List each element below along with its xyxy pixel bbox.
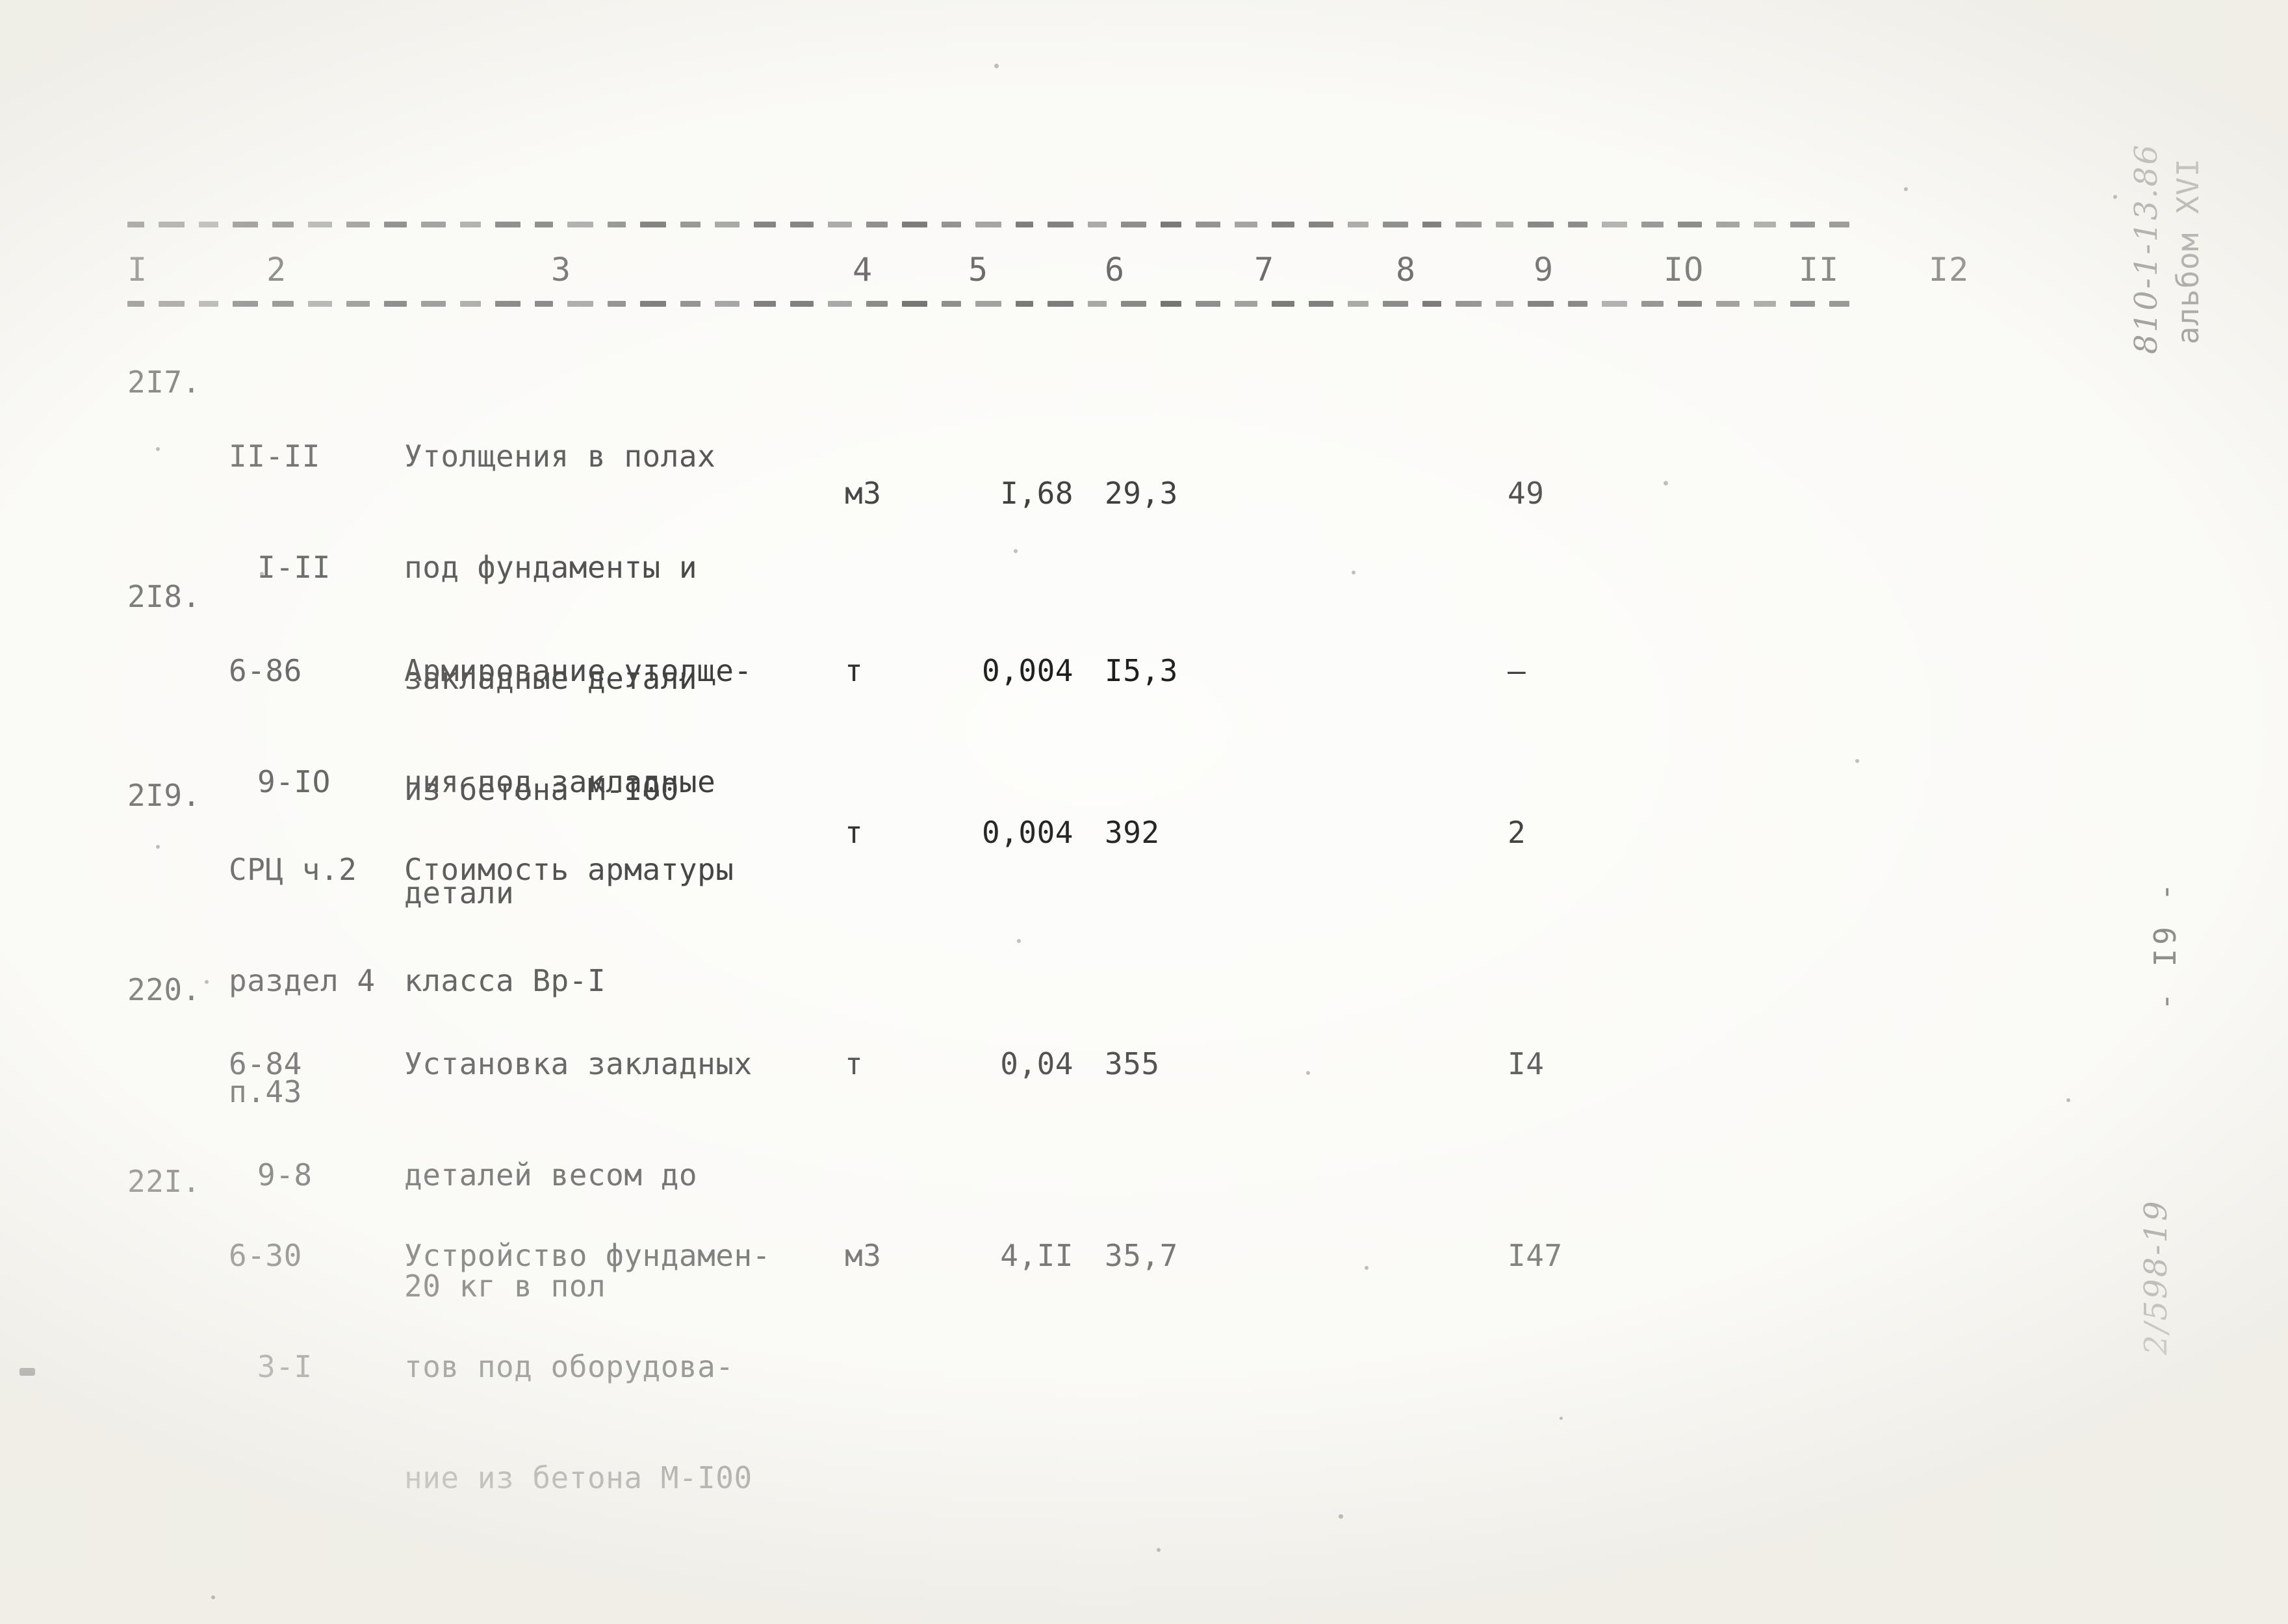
- description-line: Стоимость арматуры: [404, 852, 734, 887]
- row-quantity: 0,004: [982, 653, 1073, 688]
- scan-speck: [19, 1368, 35, 1376]
- column-number-6: 6: [1105, 251, 1125, 289]
- margin-album-label: альбом XVI: [2170, 158, 2205, 344]
- page-number: - I9 -: [2148, 879, 2183, 1011]
- row-description: Устройство фундамен- тов под оборудова- …: [404, 1163, 771, 1571]
- margin-handwritten-code: 2/598-19: [2138, 1199, 2174, 1355]
- row-total: 2: [1508, 815, 1526, 850]
- description-line: Армирование утолще-: [404, 653, 752, 688]
- scan-speck: [205, 980, 209, 984]
- row-unit: т: [845, 1046, 864, 1081]
- row-price: I5,3: [1105, 653, 1178, 688]
- column-number-7: 7: [1254, 251, 1275, 289]
- scan-speck: [2066, 1098, 2070, 1102]
- column-number-1: I: [127, 251, 148, 289]
- norm-code-line: II-II: [229, 439, 320, 474]
- description-line: Устройство фундамен-: [404, 1238, 771, 1273]
- scan-speck: [1017, 939, 1021, 943]
- row-total: I47: [1508, 1238, 1563, 1273]
- column-number-9: 9: [1534, 251, 1554, 289]
- scan-speck: [1560, 1417, 1563, 1420]
- scan-speck: [1365, 1266, 1369, 1270]
- row-number: 2I7.: [127, 365, 201, 400]
- scan-speck: [156, 447, 160, 451]
- scan-speck: [211, 1595, 215, 1599]
- scan-speck: [1306, 1071, 1310, 1075]
- table-column-number-row: I 2 3 4 5 6 7 8 9 IO II I2: [0, 250, 2288, 296]
- scanned-page: I 2 3 4 5 6 7 8 9 IO II I2 2I7. II-II I -…: [0, 0, 2288, 1624]
- norm-code-line: 6-84: [229, 1046, 302, 1081]
- row-price: 392: [1105, 815, 1160, 850]
- norm-code-line: 6-86: [229, 653, 302, 688]
- description-line: Установка закладных: [404, 1046, 752, 1081]
- row-unit: т: [845, 815, 864, 850]
- description-line: тов под оборудова-: [404, 1349, 734, 1384]
- scan-speck: [1664, 481, 1668, 485]
- row-unit: м3: [845, 1238, 882, 1273]
- table-header-dashed-rule: [127, 300, 1849, 307]
- scan-speck: [1157, 1548, 1161, 1552]
- column-number-3: 3: [551, 251, 572, 289]
- row-total: 49: [1508, 476, 1545, 511]
- table-top-dashed-rule: [127, 221, 1849, 228]
- scan-speck: [1855, 759, 1859, 763]
- scan-speck: [156, 845, 160, 849]
- row-unit: м3: [845, 476, 882, 511]
- column-number-11: II: [1799, 251, 1840, 289]
- scan-speck: [1339, 1514, 1343, 1519]
- column-number-5: 5: [968, 251, 989, 289]
- norm-code-line: СРЦ ч.2: [229, 852, 357, 887]
- row-number: 220.: [127, 972, 201, 1007]
- row-quantity: 4,II: [1000, 1238, 1073, 1273]
- margin-album-code: 810-1-13.86: [2128, 142, 2165, 354]
- scan-speck: [994, 64, 999, 68]
- scan-speck: [1352, 571, 1356, 574]
- scan-speck: [260, 572, 264, 576]
- row-quantity: 0,004: [982, 815, 1073, 850]
- column-number-2: 2: [266, 251, 287, 289]
- row-unit: т: [845, 653, 864, 688]
- row-price: 35,7: [1105, 1238, 1178, 1273]
- description-line: Утолщения в полах: [404, 439, 716, 474]
- norm-code-line: 6-30: [229, 1238, 302, 1273]
- row-price: 355: [1105, 1046, 1160, 1081]
- column-number-8: 8: [1396, 251, 1417, 289]
- row-quantity: 0,04: [1000, 1046, 1073, 1081]
- row-quantity: I,68: [1000, 476, 1073, 511]
- norm-code-line: 3-I: [257, 1349, 313, 1384]
- scan-speck: [1904, 187, 1908, 191]
- row-number: 22I.: [127, 1164, 201, 1199]
- row-number: 2I9.: [127, 778, 201, 813]
- row-price: 29,3: [1105, 476, 1178, 511]
- scan-speck: [1014, 549, 1018, 553]
- row-total: —: [1508, 653, 1526, 688]
- row-total: I4: [1508, 1046, 1545, 1081]
- row-norm-code: 6-30 3-I: [229, 1163, 339, 1460]
- column-number-10: IO: [1664, 251, 1704, 289]
- column-number-12: I2: [1929, 251, 1970, 289]
- scan-speck: [2113, 195, 2117, 199]
- column-number-4: 4: [853, 251, 873, 289]
- description-line: ние из бетона М-I00: [404, 1460, 752, 1495]
- row-number: 2I8.: [127, 579, 201, 614]
